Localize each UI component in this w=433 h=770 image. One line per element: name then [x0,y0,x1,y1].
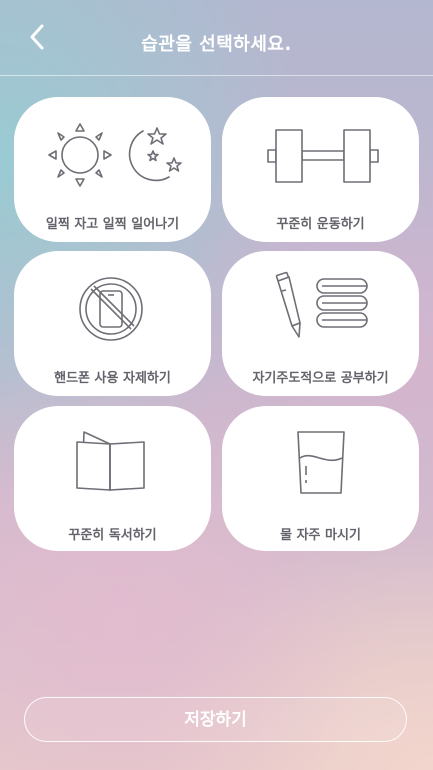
pen-books-icon [275,271,368,338]
habit-card-early-sleep[interactable]: 일찍 자고 일찍 일어나기 [14,97,211,242]
save-button[interactable]: 저장하기 [24,697,407,742]
sun-moon-icon [48,123,182,187]
habit-label: 자기주도적으로 공부하기 [252,371,389,386]
dumbbell-icon [267,129,379,183]
header: 습관을 선택하세요. [0,0,433,76]
habit-card-water[interactable]: 물 자주 마시기 [222,406,419,551]
habit-label: 꾸준히 운동하기 [276,217,365,232]
header-divider [0,75,433,76]
habit-label: 일찍 자고 일찍 일어나기 [45,217,180,232]
page-title: 습관을 선택하세요. [141,34,292,55]
habit-card-phone[interactable]: 핸드폰 사용 자제하기 [14,251,211,396]
habit-label: 핸드폰 사용 자제하기 [54,371,171,386]
book-icon [76,431,145,491]
habit-card-exercise[interactable]: 꾸준히 운동하기 [222,97,419,242]
habit-card-reading[interactable]: 꾸준히 독서하기 [14,406,211,551]
no-phone-icon [79,277,143,341]
habit-label: 꾸준히 독서하기 [68,528,157,543]
habit-card-study[interactable]: 자기주도적으로 공부하기 [222,251,419,396]
habit-label: 물 자주 마시기 [280,528,361,543]
water-glass-icon [297,431,345,494]
